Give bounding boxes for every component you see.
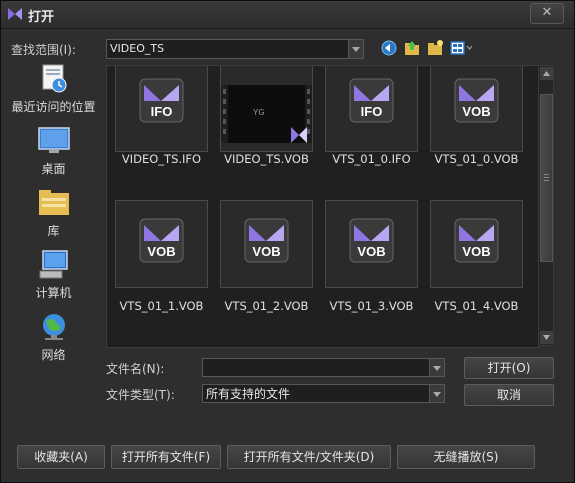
place-label: 库: [47, 224, 60, 238]
file-thumbnail[interactable]: IFO: [115, 66, 208, 152]
network-icon: [42, 314, 65, 340]
place-network[interactable]: 网络: [6, 311, 101, 363]
filename-label: 文件名(N):: [106, 362, 165, 376]
chevron-down-icon[interactable]: [429, 359, 444, 376]
file-badge: VOB: [252, 244, 280, 259]
title-bar[interactable]: 打开 ✕: [1, 1, 574, 29]
chevron-down-icon[interactable]: [429, 385, 444, 402]
filename-input[interactable]: [202, 358, 445, 377]
place-label: 计算机: [35, 286, 72, 300]
ifo-file-icon: IFO: [349, 78, 394, 123]
vob-file-icon: VOB: [454, 218, 499, 263]
arrow-up-icon: [543, 71, 550, 76]
file-thumbnail[interactable]: VOB: [430, 66, 523, 152]
favorites-button[interactable]: 收藏夹(A): [17, 445, 105, 469]
place-recent[interactable]: 最近访问的位置: [6, 63, 101, 115]
scroll-up-button[interactable]: [540, 67, 553, 80]
video-thumbnail-icon: YG: [221, 85, 312, 143]
chevron-down-icon[interactable]: [348, 40, 363, 58]
new-folder-icon[interactable]: [426, 39, 444, 57]
file-badge: IFO: [151, 104, 173, 119]
arrow-down-icon: [543, 335, 550, 340]
place-label: 网络: [41, 348, 66, 362]
vob-file-icon: VOB: [454, 78, 499, 123]
scroll-thumb[interactable]: [540, 94, 553, 262]
close-button[interactable]: ✕: [530, 3, 564, 24]
lookin-label: 查找范围(I):: [11, 43, 76, 57]
library-icon: [38, 190, 69, 215]
file-name[interactable]: VTS_01_0.VOB: [422, 152, 531, 166]
file-name[interactable]: VIDEO_TS.IFO: [107, 152, 216, 166]
grip-icon: [544, 174, 549, 181]
place-label: 最近访问的位置: [11, 100, 96, 114]
file-badge: VOB: [357, 244, 385, 259]
window-title: 打开: [28, 10, 55, 25]
file-name[interactable]: VTS_01_3.VOB: [317, 299, 426, 313]
cancel-button[interactable]: 取消: [464, 384, 554, 406]
vob-file-icon: VOB: [244, 218, 289, 263]
view-menu-icon[interactable]: [449, 39, 475, 57]
file-name[interactable]: VTS_01_1.VOB: [107, 299, 216, 313]
svg-text:YG: YG: [253, 108, 265, 117]
vertical-scrollbar[interactable]: [538, 65, 554, 346]
file-name[interactable]: VTS_01_4.VOB: [422, 299, 531, 313]
file-thumbnail[interactable]: VOB: [325, 200, 418, 288]
place-computer[interactable]: 计算机: [6, 249, 101, 301]
open-dialog: 打开 ✕ 查找范围(I): VIDEO_TS 最近访问的位置 桌面 库 计算机 …: [0, 0, 575, 483]
open-button[interactable]: 打开(O): [464, 357, 554, 379]
place-library[interactable]: 库: [6, 187, 101, 239]
open-all-files-folders-button[interactable]: 打开所有文件/文件夹(D): [227, 445, 391, 469]
file-badge: VOB: [462, 244, 490, 259]
computer-icon: [39, 250, 68, 279]
back-icon[interactable]: [380, 39, 398, 57]
file-thumbnail[interactable]: YG: [220, 66, 313, 152]
app-logo-icon: [8, 8, 22, 20]
vob-file-icon: VOB: [139, 218, 184, 263]
file-list-view[interactable]: IFO VIDEO_TS.IFO YG VIDEO_TS.VOB IFO VTS…: [106, 65, 540, 348]
place-desktop[interactable]: 桌面: [6, 125, 101, 177]
up-folder-icon[interactable]: [403, 39, 421, 57]
ifo-file-icon: IFO: [139, 78, 184, 123]
filetype-dropdown[interactable]: 所有支持的文件: [202, 384, 445, 403]
file-thumbnail[interactable]: VOB: [430, 200, 523, 288]
recent-places-icon: [42, 64, 66, 93]
lookin-dropdown[interactable]: VIDEO_TS: [106, 39, 364, 59]
file-thumbnail[interactable]: IFO: [325, 66, 418, 152]
place-label: 桌面: [41, 162, 66, 176]
file-thumbnail[interactable]: VOB: [115, 200, 208, 288]
file-name[interactable]: VTS_01_0.IFO: [317, 152, 426, 166]
scroll-down-button[interactable]: [540, 331, 553, 344]
file-badge: IFO: [361, 104, 383, 119]
filetype-value: 所有支持的文件: [206, 387, 291, 401]
filetype-label: 文件类型(T):: [106, 388, 175, 402]
desktop-icon: [37, 127, 70, 153]
file-name[interactable]: VTS_01_2.VOB: [212, 299, 321, 313]
open-all-files-button[interactable]: 打开所有文件(F): [111, 445, 221, 469]
lookin-value: VIDEO_TS: [110, 42, 165, 55]
file-name[interactable]: VIDEO_TS.VOB: [212, 152, 321, 166]
file-badge: VOB: [147, 244, 175, 259]
seamless-play-button[interactable]: 无缝播放(S): [397, 445, 535, 469]
vob-file-icon: VOB: [349, 218, 394, 263]
file-badge: VOB: [462, 104, 490, 119]
file-thumbnail[interactable]: VOB: [220, 200, 313, 288]
